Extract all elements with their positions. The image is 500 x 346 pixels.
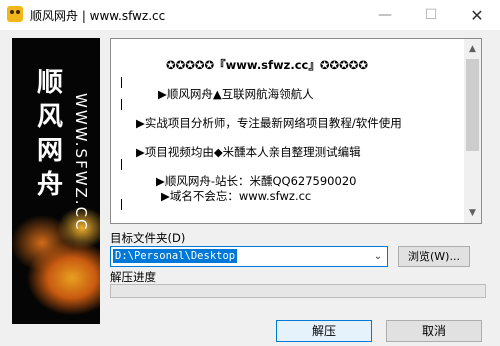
app-icon bbox=[7, 6, 23, 22]
info-line-domain: ▶域名不会忘：www.sfwz.cc bbox=[161, 189, 312, 203]
banner-site-url: WWW.SFWZ.CC bbox=[72, 93, 90, 232]
brand-banner: 顺风网舟 WWW.SFWZ.CC bbox=[12, 38, 100, 324]
window-title: 顺风网舟 | www.sfwz.cc bbox=[30, 9, 166, 23]
browse-button[interactable]: 浏览(W)... bbox=[398, 246, 470, 267]
scroll-thumb[interactable] bbox=[466, 59, 479, 151]
cancel-button[interactable]: 取消 bbox=[386, 320, 482, 342]
line-marker bbox=[121, 99, 122, 110]
info-line-tagline: ▶顺风网舟▲互联网航海领航人 bbox=[158, 87, 314, 101]
info-text-panel[interactable]: ✪✪✪✪✪『www.sfwz.cc』✪✪✪✪✪ ▶顺风网舟▲互联网航海领航人 ▶… bbox=[110, 38, 482, 224]
info-line-contact: ▶顺风网舟-站长：米醺QQ627590020 bbox=[156, 174, 357, 188]
minimize-button[interactable]: — bbox=[362, 0, 408, 30]
extract-progress-bar bbox=[110, 284, 486, 298]
info-scrollbar[interactable]: ▲ ▼ bbox=[464, 39, 481, 223]
chevron-down-icon[interactable]: ⌄ bbox=[370, 247, 386, 266]
line-marker bbox=[121, 77, 122, 88]
line-marker bbox=[121, 159, 122, 170]
scroll-down-arrow-icon[interactable]: ▼ bbox=[464, 205, 481, 221]
title-bar: 顺风网舟 | www.sfwz.cc — ☐ ✕ bbox=[0, 0, 500, 30]
target-folder-label: 目标文件夹(D) bbox=[110, 231, 186, 245]
maximize-button[interactable]: ☐ bbox=[408, 0, 454, 30]
line-marker bbox=[121, 199, 122, 210]
close-button[interactable]: ✕ bbox=[454, 0, 500, 30]
banner-brand-name: 顺风网舟 bbox=[36, 68, 63, 200]
progress-label: 解压进度 bbox=[110, 270, 156, 284]
info-line-header: ✪✪✪✪✪『www.sfwz.cc』✪✪✪✪✪ bbox=[166, 58, 369, 72]
target-path-combobox[interactable]: D:\Personal\Desktop ⌄ bbox=[110, 246, 388, 267]
info-line-analyst: ▶实战项目分析师，专注最新网络项目教程/软件使用 bbox=[136, 116, 402, 130]
info-line-videos: ▶项目视频均由◆米醺本人亲自整理测试编辑 bbox=[136, 145, 361, 159]
target-path-value[interactable]: D:\Personal\Desktop bbox=[113, 249, 238, 263]
scroll-up-arrow-icon[interactable]: ▲ bbox=[464, 41, 481, 57]
extract-button[interactable]: 解压 bbox=[276, 320, 372, 342]
